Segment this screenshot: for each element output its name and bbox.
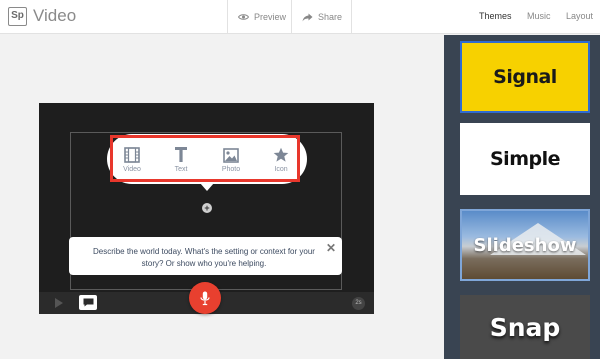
theme-slideshow-label: Slideshow xyxy=(473,234,577,256)
playback-controls: 2s xyxy=(39,282,374,314)
tab-themes[interactable]: Themes xyxy=(479,11,512,21)
preview-button[interactable]: Preview xyxy=(238,0,286,34)
highlight-box xyxy=(110,135,300,182)
play-icon[interactable] xyxy=(55,298,63,308)
slide-canvas[interactable]: Video Text Photo Icon + Describe the wor… xyxy=(39,103,374,314)
tab-music[interactable]: Music xyxy=(527,11,551,21)
theme-slideshow[interactable]: Slideshow xyxy=(460,209,590,281)
popup-tail xyxy=(200,183,214,191)
theme-snap[interactable]: Snap xyxy=(460,295,590,359)
add-content-button[interactable]: + xyxy=(202,203,212,213)
story-prompt-text: Describe the world today. What's the set… xyxy=(93,247,315,268)
theme-signal[interactable]: Signal xyxy=(460,41,590,113)
theme-simple-label: Simple xyxy=(490,148,561,170)
share-button[interactable]: Share xyxy=(302,0,342,34)
themes-panel: Signal Simple Slideshow Snap xyxy=(444,35,600,359)
project-title[interactable]: Video xyxy=(33,6,76,26)
caption-button[interactable] xyxy=(79,295,97,310)
share-label: Share xyxy=(318,12,343,22)
slide-duration-badge[interactable]: 2s xyxy=(352,297,365,310)
microphone-icon xyxy=(200,291,210,305)
preview-label: Preview xyxy=(254,12,287,22)
toolbar-divider xyxy=(227,0,228,34)
app-logo: Sp xyxy=(8,7,27,26)
top-bar: Sp Video Preview Share Themes Music Layo… xyxy=(0,0,600,34)
theme-simple[interactable]: Simple xyxy=(460,123,590,195)
eye-icon xyxy=(238,14,249,20)
record-voice-button[interactable] xyxy=(189,282,221,314)
theme-signal-label: Signal xyxy=(493,66,557,88)
story-prompt: Describe the world today. What's the set… xyxy=(69,237,342,275)
toolbar-divider xyxy=(351,0,352,34)
speech-bubble-icon xyxy=(83,298,93,307)
share-arrow-icon xyxy=(302,13,313,21)
tab-layout[interactable]: Layout xyxy=(566,11,593,21)
toolbar-divider xyxy=(291,0,292,34)
theme-snap-label: Snap xyxy=(489,312,561,342)
close-icon[interactable]: ✕ xyxy=(326,241,336,255)
